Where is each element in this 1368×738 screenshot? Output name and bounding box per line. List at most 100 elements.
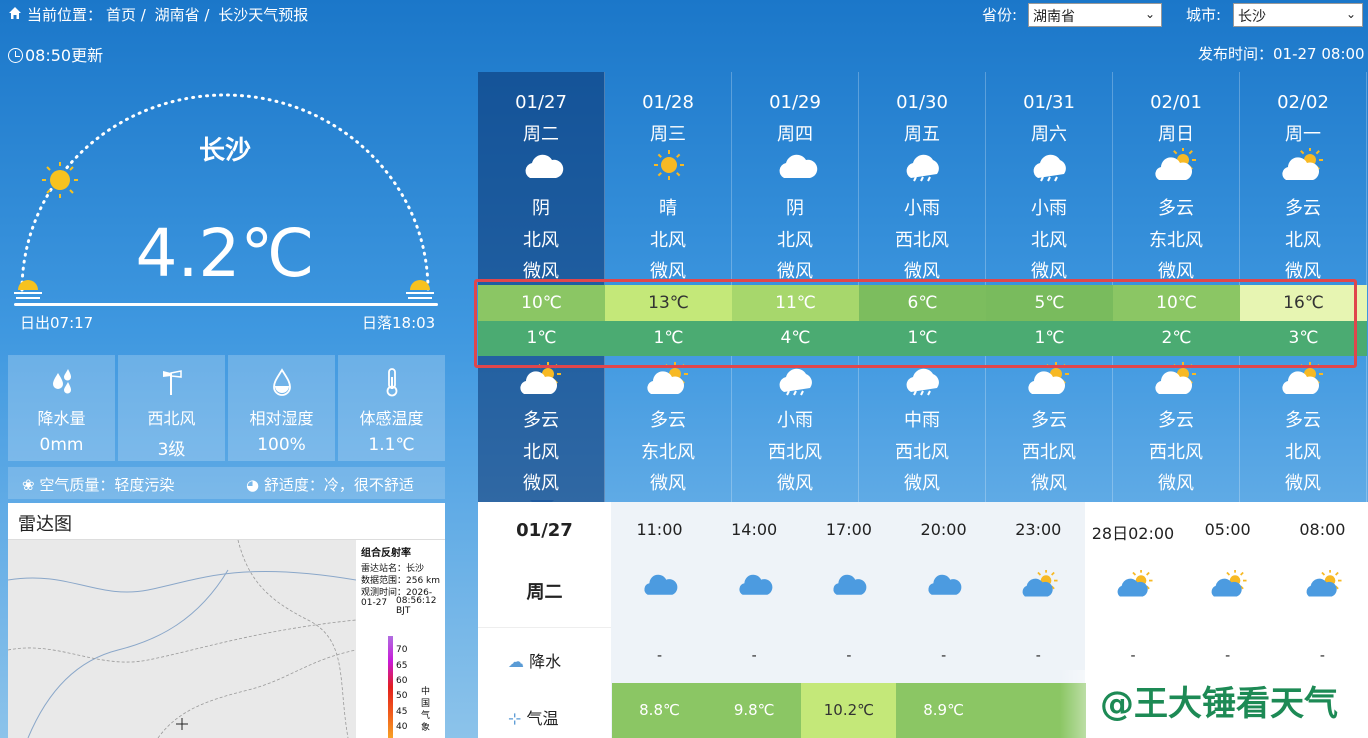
sunrise-time: 日出07:17 xyxy=(20,314,94,332)
radar-scale-50: 50 xyxy=(396,691,408,701)
night-wind-force: 微风 xyxy=(1158,473,1194,494)
stat-label: 体感温度 xyxy=(359,409,424,428)
hour-time: 28日02:00 xyxy=(1091,524,1175,543)
rain-icon xyxy=(906,154,939,182)
forecast-date: 01/30 xyxy=(896,92,948,113)
hour-precip: - xyxy=(1319,648,1325,664)
province-label: 省份: xyxy=(982,6,1018,24)
day-wind-direction: 北风 xyxy=(1285,230,1321,251)
province-select[interactable]: 湖南省 ⌄ xyxy=(1028,3,1162,27)
province-value: 湖南省 xyxy=(1033,9,1075,25)
publish-time: 发布时间：01-27 08:00 xyxy=(1198,45,1365,63)
night-wind-force: 微风 xyxy=(777,473,813,494)
hour-temp: 9.8℃ xyxy=(706,683,802,738)
hour-column: 17:00 - 10.2℃ xyxy=(801,502,897,738)
forecast-date: 01/28 xyxy=(642,92,694,113)
current-sun-icon xyxy=(42,162,78,198)
precip-label: 降水 xyxy=(529,652,562,671)
stat-precipitation: 降水量 0mm xyxy=(8,355,115,461)
forecast-weekday: 周日 xyxy=(1158,124,1194,145)
temp-label: 气温 xyxy=(526,709,559,728)
temp-row-label: ⊹ 气温 xyxy=(508,705,559,729)
top-bar: 当前位置： 首页 / 湖南省 / 长沙天气预报 省份: 湖南省 ⌄ 城市: 长沙 ⌄ xyxy=(0,0,1368,30)
breadcrumb-home[interactable]: 首页 / xyxy=(106,6,146,24)
forecast-weekday: 周五 xyxy=(904,124,940,145)
stat-feels-like: 体感温度 1.1℃ xyxy=(338,355,445,461)
day-weather: 阴 xyxy=(786,198,804,219)
divider xyxy=(478,627,611,628)
radar-panel: 雷达图 组合反射率 雷达站名：长沙 数据范围：256 km 观测时间：2026-… xyxy=(8,503,445,738)
night-weather: 多云 xyxy=(1285,410,1321,431)
thermometer-icon xyxy=(386,368,398,397)
hour-time: 11:00 xyxy=(636,520,683,539)
hour-precip: - xyxy=(1225,648,1231,664)
breadcrumb-province[interactable]: 湖南省 / xyxy=(155,6,210,24)
partly-cloudy-icon xyxy=(1155,148,1196,180)
night-wind-direction: 西北风 xyxy=(768,442,822,463)
night-wind-force: 微风 xyxy=(1031,473,1067,494)
hour-time: 14:00 xyxy=(731,520,778,539)
windsock-icon xyxy=(163,370,182,395)
leaf-icon: ❀ xyxy=(22,476,40,494)
current-stats: 降水量 0mm 西北风 3级 相对湿度 100% 体感温度 1.1℃ xyxy=(8,355,445,461)
cloud-icon xyxy=(525,154,564,178)
day-weather: 多云 xyxy=(1285,198,1321,219)
raindrop-icon xyxy=(53,369,71,394)
air-comfort-bar: ❀ 空气质量：轻度污染 ◕ 舒适度：冷，很不舒适 xyxy=(8,467,445,499)
day-wind-direction: 北风 xyxy=(777,230,813,251)
chevron-down-icon: ⌄ xyxy=(1345,7,1356,21)
highlight-box xyxy=(474,279,1357,368)
forecast-weekday: 周一 xyxy=(1285,124,1321,145)
air-quality-text: 空气质量：轻度污染 xyxy=(39,476,175,494)
hour-precip: - xyxy=(656,648,663,664)
forecast-weekday: 周四 xyxy=(777,124,813,145)
hour-precip: - xyxy=(941,648,947,664)
cloud-icon xyxy=(739,574,773,595)
radar-scale-40: 40 xyxy=(396,722,408,732)
update-text: 08:50更新 xyxy=(25,46,104,65)
day-wind-direction: 西北风 xyxy=(895,230,949,251)
city-select[interactable]: 长沙 ⌄ xyxy=(1233,3,1363,27)
night-weather: 多云 xyxy=(650,410,686,431)
city-value: 长沙 xyxy=(1238,9,1266,25)
partly-cloudy-icon xyxy=(1022,570,1058,597)
current-temperature: 4.2℃ xyxy=(135,215,315,292)
hour-temp: 8.9℃ xyxy=(896,683,992,738)
hour-column: 11:00 - 8.8℃ xyxy=(612,502,707,738)
hourly-week: 周二 xyxy=(526,582,563,603)
forecast-date: 02/01 xyxy=(1150,92,1202,113)
rain-icon xyxy=(1033,154,1066,182)
day-weather: 阴 xyxy=(532,198,550,219)
radar-legend-title: 组合反射率 xyxy=(361,548,411,559)
forecast-date: 01/27 xyxy=(515,92,567,113)
hour-time: 23:00 xyxy=(1015,520,1062,539)
hour-column: 14:00 - 9.8℃ xyxy=(706,502,802,738)
hour-time: 17:00 xyxy=(825,520,872,539)
day-wind-direction: 北风 xyxy=(1031,230,1067,251)
cloud-icon xyxy=(928,574,962,595)
hour-time: 08:00 xyxy=(1299,520,1346,539)
stat-label: 相对湿度 xyxy=(249,409,314,428)
hour-precip: - xyxy=(846,648,852,664)
breadcrumb-current: 长沙天气预报 xyxy=(218,6,309,24)
radar-obs-time: 08:56:12 BJT xyxy=(396,596,437,616)
night-wind-direction: 北风 xyxy=(523,442,559,463)
air-quality: ❀ 空气质量：轻度污染 xyxy=(22,474,174,495)
city-name: 长沙 xyxy=(198,136,251,166)
clock-icon xyxy=(8,48,23,63)
breadcrumb: 当前位置： 首页 / 湖南省 / 长沙天气预报 xyxy=(27,4,312,25)
stat-value: 100% xyxy=(257,435,306,455)
night-weather: 多云 xyxy=(1031,410,1067,431)
forecast-date: 02/02 xyxy=(1277,92,1329,113)
hour-precip: - xyxy=(1035,648,1041,664)
chevron-down-icon: ⌄ xyxy=(1144,7,1155,21)
stat-label: 西北风 xyxy=(147,409,196,428)
forecast-weekday: 周六 xyxy=(1031,124,1067,145)
night-wind-direction: 北风 xyxy=(1285,442,1321,463)
radar-map[interactable] xyxy=(8,540,356,738)
partly-cloudy-icon xyxy=(1306,570,1342,597)
hour-precip: - xyxy=(1130,648,1136,664)
night-weather: 多云 xyxy=(1158,410,1194,431)
day-weather: 小雨 xyxy=(904,198,940,219)
night-wind-direction: 东北风 xyxy=(641,442,695,463)
